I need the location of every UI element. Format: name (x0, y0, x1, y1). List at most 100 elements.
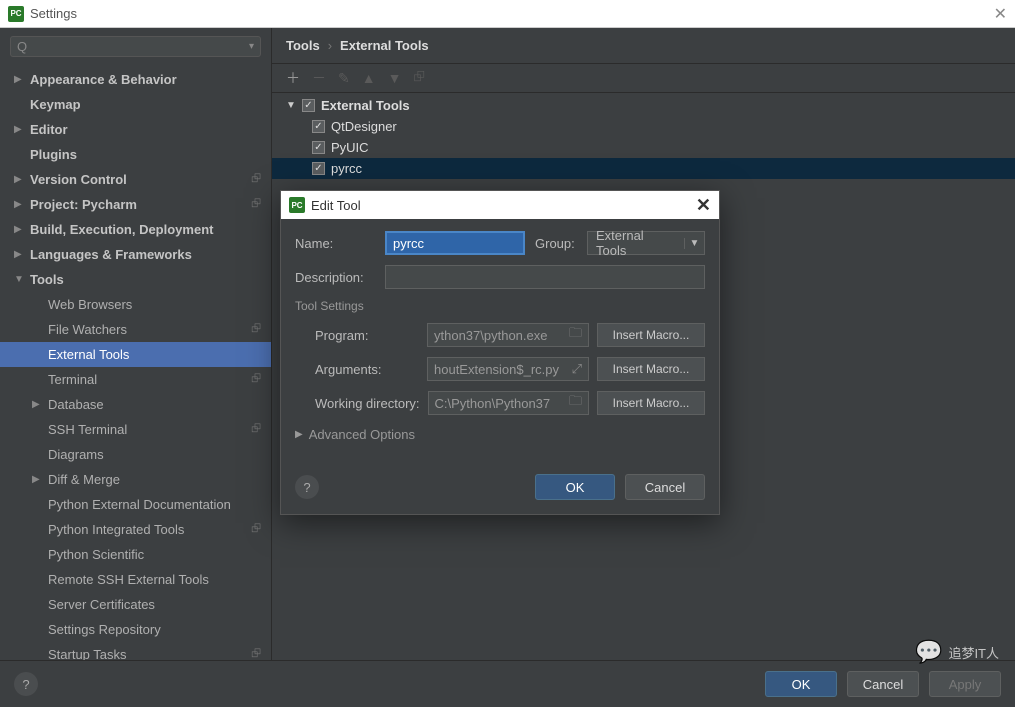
chevron-down-icon: ▼ (286, 100, 296, 111)
help-button[interactable]: ? (295, 475, 319, 499)
dialog-title: Edit Tool (311, 198, 696, 213)
chevron-right-icon: › (328, 38, 332, 53)
sidebar-item[interactable]: Web Browsers (0, 292, 271, 317)
sidebar-item-label: Plugins (30, 147, 271, 162)
sidebar-item-label: Terminal (48, 372, 271, 387)
sidebar-item[interactable]: Settings Repository (0, 617, 271, 642)
sidebar-item[interactable]: Tools (0, 267, 271, 292)
sidebar-item[interactable]: Diff & Merge (0, 467, 271, 492)
settings-sidebar: Q ▾ Appearance & Behavior Keymap Editor Plu… (0, 28, 272, 660)
sidebar-item-label: Settings Repository (48, 622, 271, 637)
insert-macro-button[interactable]: Insert Macro... (597, 357, 705, 381)
sidebar-item[interactable]: SSH Terminal⮺ (0, 417, 271, 442)
down-button[interactable]: ▼ (388, 70, 402, 86)
sidebar-item[interactable]: Python External Documentation (0, 492, 271, 517)
expand-icon[interactable]: ⤢ (572, 361, 582, 377)
sidebar-item-label: Editor (30, 122, 271, 137)
sidebar-item[interactable]: Languages & Frameworks (0, 242, 271, 267)
checkbox[interactable] (312, 141, 325, 154)
sidebar-item-label: Python Scientific (48, 547, 271, 562)
help-button[interactable]: ? (14, 672, 38, 696)
ext-tool-item[interactable]: PyUIC (272, 137, 1015, 158)
settings-tree[interactable]: Appearance & Behavior Keymap Editor Plugins… (0, 65, 271, 660)
sidebar-item-label: Python External Documentation (48, 497, 271, 512)
sidebar-item[interactable]: Terminal⮺ (0, 367, 271, 392)
sidebar-item-label: Startup Tasks (48, 647, 271, 660)
sidebar-item[interactable]: Keymap (0, 92, 271, 117)
cancel-button[interactable]: Cancel (847, 671, 919, 697)
app-icon: PC (8, 6, 24, 22)
description-input[interactable] (385, 265, 705, 289)
sidebar-item[interactable]: File Watchers⮺ (0, 317, 271, 342)
sidebar-item-label: Languages & Frameworks (30, 247, 271, 262)
sidebar-item[interactable]: Plugins (0, 142, 271, 167)
sidebar-item[interactable]: Editor (0, 117, 271, 142)
external-tools-toolbar: ＋ － ✎ ▲ ▼ ⮺ (272, 63, 1015, 93)
search-input[interactable]: Q ▾ (10, 36, 261, 57)
arguments-label: Arguments: (315, 362, 419, 377)
apply-button[interactable]: Apply (929, 671, 1001, 697)
checkbox[interactable] (302, 99, 315, 112)
sidebar-item[interactable]: Remote SSH External Tools (0, 567, 271, 592)
arguments-input[interactable]: houtExtension$_rc.py⤢ (427, 357, 589, 381)
chevron-down-icon: ▼ (684, 238, 704, 249)
ext-tool-label: PyUIC (331, 140, 369, 155)
window-title: Settings (30, 6, 994, 21)
sidebar-item[interactable]: Diagrams (0, 442, 271, 467)
insert-macro-button[interactable]: Insert Macro... (597, 391, 705, 415)
advanced-options-toggle[interactable]: ▶ Advanced Options (295, 427, 705, 442)
scope-icon: ⮺ (251, 169, 261, 190)
sidebar-item[interactable]: Version Control⮺ (0, 167, 271, 192)
workdir-input[interactable]: C:\Python\Python37🗀 (428, 391, 589, 415)
cancel-button[interactable]: Cancel (625, 474, 705, 500)
sidebar-item[interactable]: Build, Execution, Deployment (0, 217, 271, 242)
remove-button[interactable]: － (312, 68, 326, 88)
copy-button[interactable]: ⮺ (413, 66, 424, 90)
sidebar-item[interactable]: Project: Pycharm⮺ (0, 192, 271, 217)
group-select[interactable]: External Tools ▼ (587, 231, 705, 255)
sidebar-item-label: Diagrams (48, 447, 271, 462)
scope-icon: ⮺ (251, 644, 261, 660)
close-icon[interactable]: ✕ (696, 195, 711, 216)
description-label: Description: (295, 270, 375, 285)
checkbox[interactable] (312, 162, 325, 175)
search-icon: Q (17, 39, 27, 54)
insert-macro-button[interactable]: Insert Macro... (597, 323, 705, 347)
chevron-down-icon[interactable]: ▾ (249, 41, 254, 52)
breadcrumb-root[interactable]: Tools (286, 38, 320, 53)
ok-button[interactable]: OK (765, 671, 837, 697)
name-input[interactable] (385, 231, 525, 255)
sidebar-item-label: Web Browsers (48, 297, 271, 312)
sidebar-item[interactable]: Server Certificates (0, 592, 271, 617)
ok-button[interactable]: OK (535, 474, 615, 500)
ext-tool-label: pyrcc (331, 161, 362, 176)
sidebar-item[interactable]: Database (0, 392, 271, 417)
window-titlebar: PC Settings ✕ (0, 0, 1015, 28)
search-field[interactable] (31, 39, 249, 54)
program-input[interactable]: ython37\python.exe🗀 (427, 323, 589, 347)
tool-settings-label: Tool Settings (295, 299, 705, 313)
sidebar-item[interactable]: Startup Tasks⮺ (0, 642, 271, 660)
up-button[interactable]: ▲ (362, 70, 376, 86)
sidebar-item[interactable]: External Tools (0, 342, 271, 367)
folder-icon[interactable]: 🗀 (569, 392, 582, 414)
sidebar-item[interactable]: Python Scientific (0, 542, 271, 567)
ext-tools-group[interactable]: ▼External Tools (272, 95, 1015, 116)
scope-icon: ⮺ (251, 519, 261, 540)
close-icon[interactable]: ✕ (994, 4, 1007, 24)
sidebar-item[interactable]: Python Integrated Tools⮺ (0, 517, 271, 542)
sidebar-item[interactable]: Appearance & Behavior (0, 67, 271, 92)
edit-button[interactable]: ✎ (338, 70, 350, 87)
scope-icon: ⮺ (251, 419, 261, 440)
folder-icon[interactable]: 🗀 (569, 324, 582, 346)
ext-tool-item[interactable]: pyrcc (272, 158, 1015, 179)
scope-icon: ⮺ (251, 319, 261, 340)
checkbox[interactable] (312, 120, 325, 133)
sidebar-item-label: External Tools (48, 347, 271, 362)
add-button[interactable]: ＋ (286, 68, 300, 88)
sidebar-item-label: Diff & Merge (48, 472, 271, 487)
ext-tool-item[interactable]: QtDesigner (272, 116, 1015, 137)
sidebar-item-label: File Watchers (48, 322, 271, 337)
sidebar-item-label: Keymap (30, 97, 271, 112)
sidebar-item-label: Server Certificates (48, 597, 271, 612)
